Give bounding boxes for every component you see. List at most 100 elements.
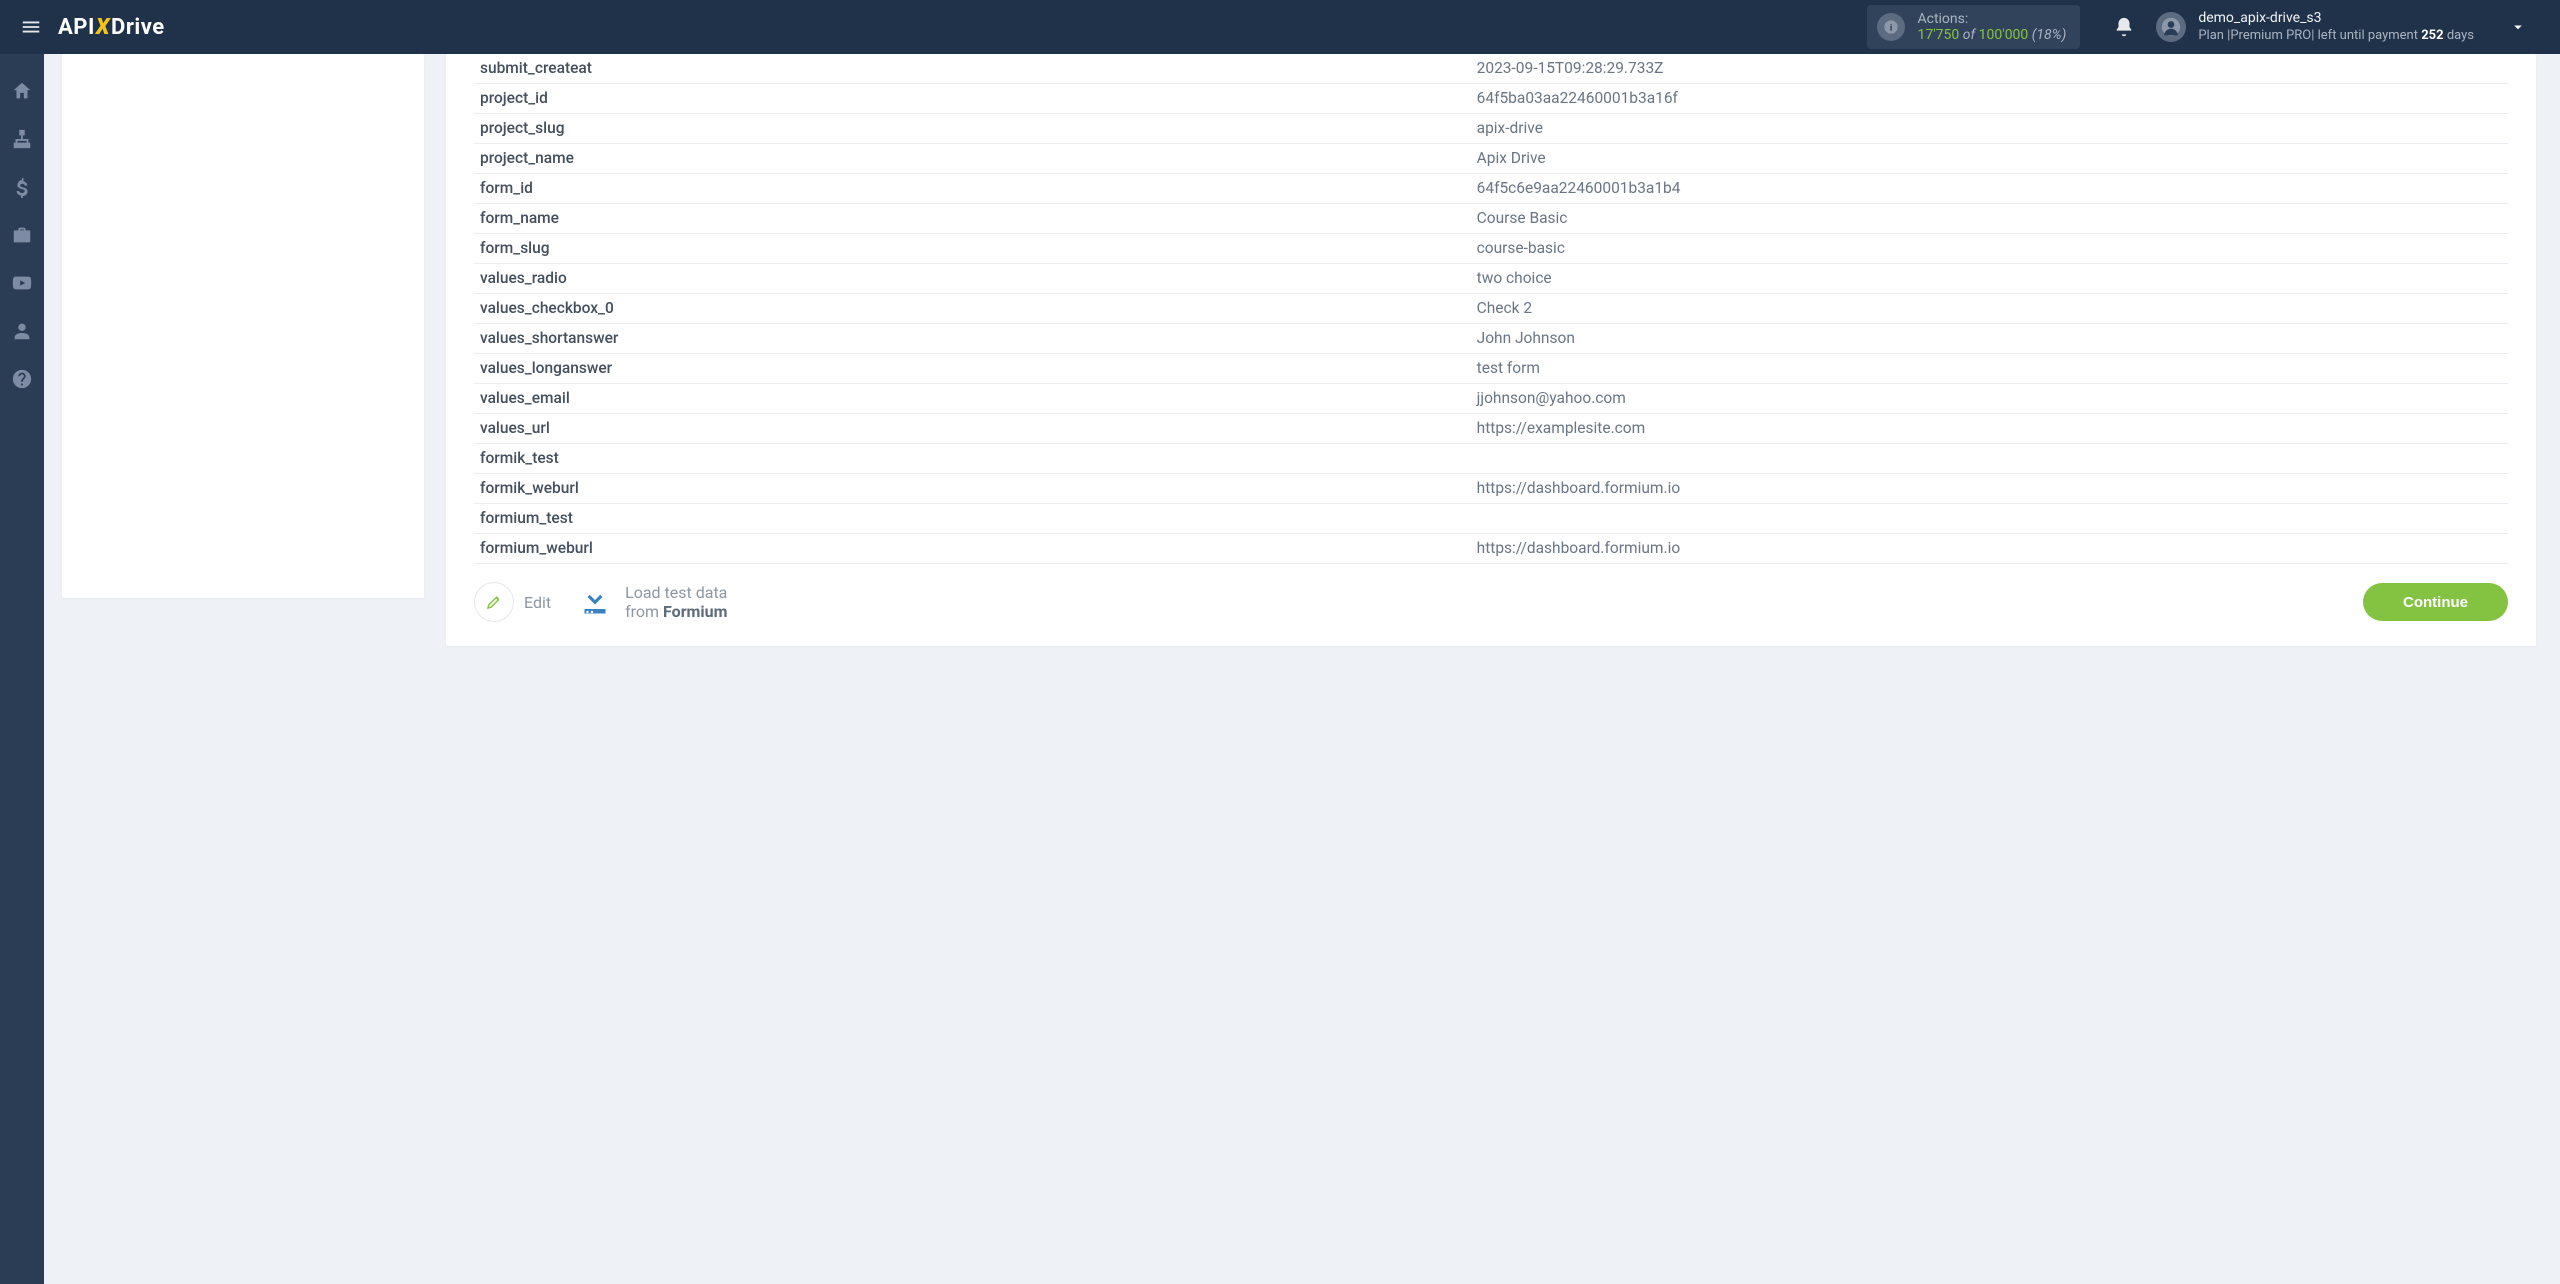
briefcase-icon[interactable] <box>7 220 37 250</box>
panel-actions: Edit Load test data from Formium Continu… <box>474 564 2508 622</box>
actions-current: 17'750 <box>1917 27 1959 43</box>
table-row: project_nameApix Drive <box>474 144 2508 174</box>
avatar-icon <box>2156 12 2186 42</box>
app-header: API X Drive i Actions: 17'750 of 100'000… <box>0 0 2560 54</box>
row-value: 64f5c6e9aa22460001b3a1b4 <box>1471 174 2508 204</box>
row-value: 2023-09-15T09:28:29.733Z <box>1471 54 2508 84</box>
actions-usage-pill[interactable]: i Actions: 17'750 of 100'000 (18%) <box>1867 5 2080 49</box>
row-key: values_checkbox_0 <box>474 294 1471 324</box>
bell-icon[interactable] <box>2110 13 2138 41</box>
row-key: formium_weburl <box>474 534 1471 564</box>
actions-total: 100'000 <box>1979 27 2029 43</box>
info-icon: i <box>1877 13 1905 41</box>
download-icon <box>577 582 613 622</box>
user-plan-days: 252 <box>2421 28 2443 43</box>
load-line2: from Formium <box>625 602 727 621</box>
help-icon[interactable] <box>7 364 37 394</box>
row-key: formium_test <box>474 504 1471 534</box>
row-key: values_longanswer <box>474 354 1471 384</box>
row-value: Course Basic <box>1471 204 2508 234</box>
billing-icon[interactable] <box>7 172 37 202</box>
connections-icon[interactable] <box>7 124 37 154</box>
sidebar <box>0 54 44 1284</box>
row-value: course-basic <box>1471 234 2508 264</box>
row-value: test form <box>1471 354 2508 384</box>
actions-percent: (18%) <box>2028 27 2066 43</box>
user-plan-days-suffix: days <box>2444 28 2474 43</box>
load-from-prefix: from <box>625 602 663 621</box>
row-value <box>1471 504 2508 534</box>
row-key: formik_weburl <box>474 474 1471 504</box>
hamburger-menu-icon[interactable] <box>18 14 44 40</box>
row-value: jjohnson@yahoo.com <box>1471 384 2508 414</box>
table-row: values_radiotwo choice <box>474 264 2508 294</box>
actions-text: Actions: 17'750 of 100'000 (18%) <box>1917 11 2066 43</box>
row-key: project_id <box>474 84 1471 114</box>
edit-label: Edit <box>524 593 551 612</box>
table-row: form_id64f5c6e9aa22460001b3a1b4 <box>474 174 2508 204</box>
edit-button[interactable]: Edit <box>474 582 551 622</box>
load-test-data-button[interactable]: Load test data from Formium <box>577 582 727 622</box>
table-row: formium_weburlhttps://dashboard.formium.… <box>474 534 2508 564</box>
actions-of: of <box>1959 27 1978 43</box>
row-value: apix-drive <box>1471 114 2508 144</box>
svg-text:i: i <box>1890 23 1893 33</box>
table-row: formium_test <box>474 504 2508 534</box>
row-value: https://dashboard.formium.io <box>1471 474 2508 504</box>
home-icon[interactable] <box>7 76 37 106</box>
youtube-icon[interactable] <box>7 268 37 298</box>
row-key: values_url <box>474 414 1471 444</box>
table-row: values_urlhttps://examplesite.com <box>474 414 2508 444</box>
table-row: values_emailjjohnson@yahoo.com <box>474 384 2508 414</box>
table-row: values_checkbox_0Check 2 <box>474 294 2508 324</box>
table-row: values_longanswertest form <box>474 354 2508 384</box>
table-row: form_nameCourse Basic <box>474 204 2508 234</box>
row-key: values_radio <box>474 264 1471 294</box>
row-value: two choice <box>1471 264 2508 294</box>
row-value: https://dashboard.formium.io <box>1471 534 2508 564</box>
row-key: project_name <box>474 144 1471 174</box>
main-area: submit_createat2023-09-15T09:28:29.733Zp… <box>44 54 2560 1284</box>
load-line1: Load test data <box>625 583 727 602</box>
row-key: formik_test <box>474 444 1471 474</box>
row-key: form_name <box>474 204 1471 234</box>
chevron-down-icon[interactable] <box>2504 13 2532 41</box>
logo-text-api: API <box>58 15 95 40</box>
pencil-icon <box>474 582 514 622</box>
row-key: form_id <box>474 174 1471 204</box>
data-panel: submit_createat2023-09-15T09:28:29.733Zp… <box>446 54 2536 646</box>
user-icon[interactable] <box>7 316 37 346</box>
table-row: values_shortanswerJohn Johnson <box>474 324 2508 354</box>
row-value <box>1471 444 2508 474</box>
load-text: Load test data from Formium <box>625 583 727 621</box>
continue-button[interactable]: Continue <box>2363 583 2508 621</box>
row-key: submit_createat <box>474 54 1471 84</box>
table-row: project_slugapix-drive <box>474 114 2508 144</box>
row-value: https://examplesite.com <box>1471 414 2508 444</box>
row-key: values_shortanswer <box>474 324 1471 354</box>
load-brand: Formium <box>663 602 727 621</box>
user-text: demo_apix-drive_s3 Plan |Premium PRO| le… <box>2198 10 2474 44</box>
user-plan-prefix: Plan |Premium PRO| left until payment <box>2198 28 2421 43</box>
row-value: John Johnson <box>1471 324 2508 354</box>
user-block[interactable]: demo_apix-drive_s3 Plan |Premium PRO| le… <box>2156 10 2474 44</box>
row-key: form_slug <box>474 234 1471 264</box>
user-name: demo_apix-drive_s3 <box>2198 10 2474 28</box>
user-plan: Plan |Premium PRO| left until payment 25… <box>2198 28 2474 44</box>
logo-text-x: X <box>96 15 110 40</box>
row-key: project_slug <box>474 114 1471 144</box>
left-panel <box>62 54 424 598</box>
table-row: formik_weburlhttps://dashboard.formium.i… <box>474 474 2508 504</box>
logo[interactable]: API X Drive <box>58 15 165 40</box>
row-value: Check 2 <box>1471 294 2508 324</box>
table-row: formik_test <box>474 444 2508 474</box>
actions-label: Actions: <box>1917 11 2066 27</box>
table-row: project_id64f5ba03aa22460001b3a16f <box>474 84 2508 114</box>
row-key: values_email <box>474 384 1471 414</box>
row-value: Apix Drive <box>1471 144 2508 174</box>
row-value: 64f5ba03aa22460001b3a16f <box>1471 84 2508 114</box>
table-row: submit_createat2023-09-15T09:28:29.733Z <box>474 54 2508 84</box>
logo-text-drive: Drive <box>111 15 165 40</box>
table-row: form_slugcourse-basic <box>474 234 2508 264</box>
key-value-table: submit_createat2023-09-15T09:28:29.733Zp… <box>474 54 2508 564</box>
